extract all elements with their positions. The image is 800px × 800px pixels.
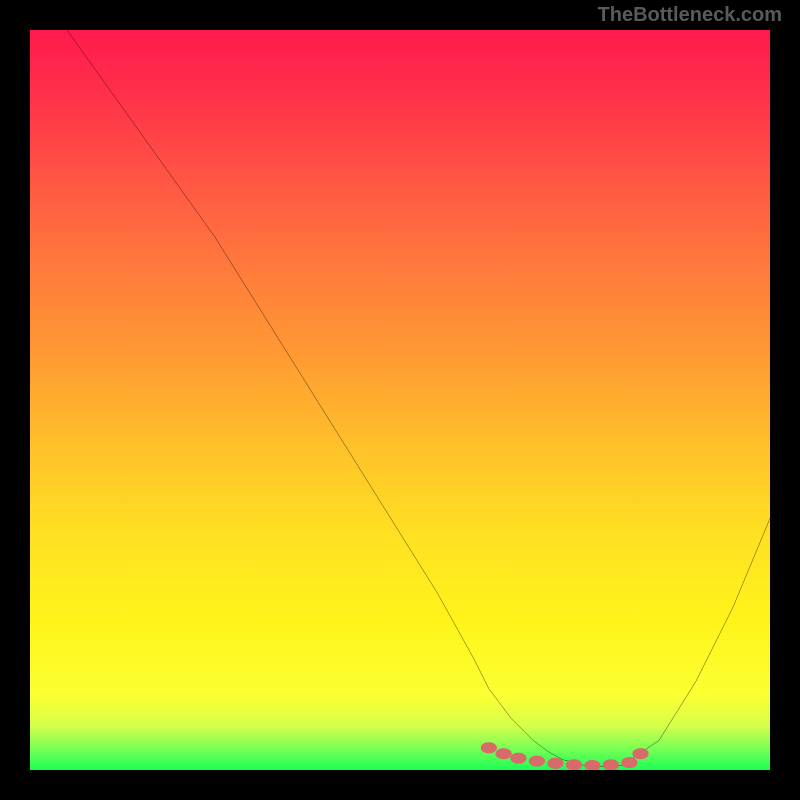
plot-area: [30, 30, 770, 770]
marker-dot: [621, 757, 637, 768]
marker-dot: [632, 748, 648, 759]
marker-dot: [510, 753, 526, 764]
watermark-label: TheBottleneck.com: [598, 4, 782, 27]
chart-svg: [30, 30, 770, 770]
marker-dot: [603, 759, 619, 770]
chart-container: TheBottleneck.com: [0, 0, 800, 800]
marker-dot: [529, 756, 545, 767]
marker-dot: [481, 742, 497, 753]
marker-dot: [547, 758, 563, 769]
marker-dot: [584, 760, 600, 770]
marker-dot: [495, 748, 511, 759]
bottleneck-curve: [67, 30, 770, 767]
marker-dot: [566, 759, 582, 770]
emphasis-markers: [481, 742, 649, 770]
